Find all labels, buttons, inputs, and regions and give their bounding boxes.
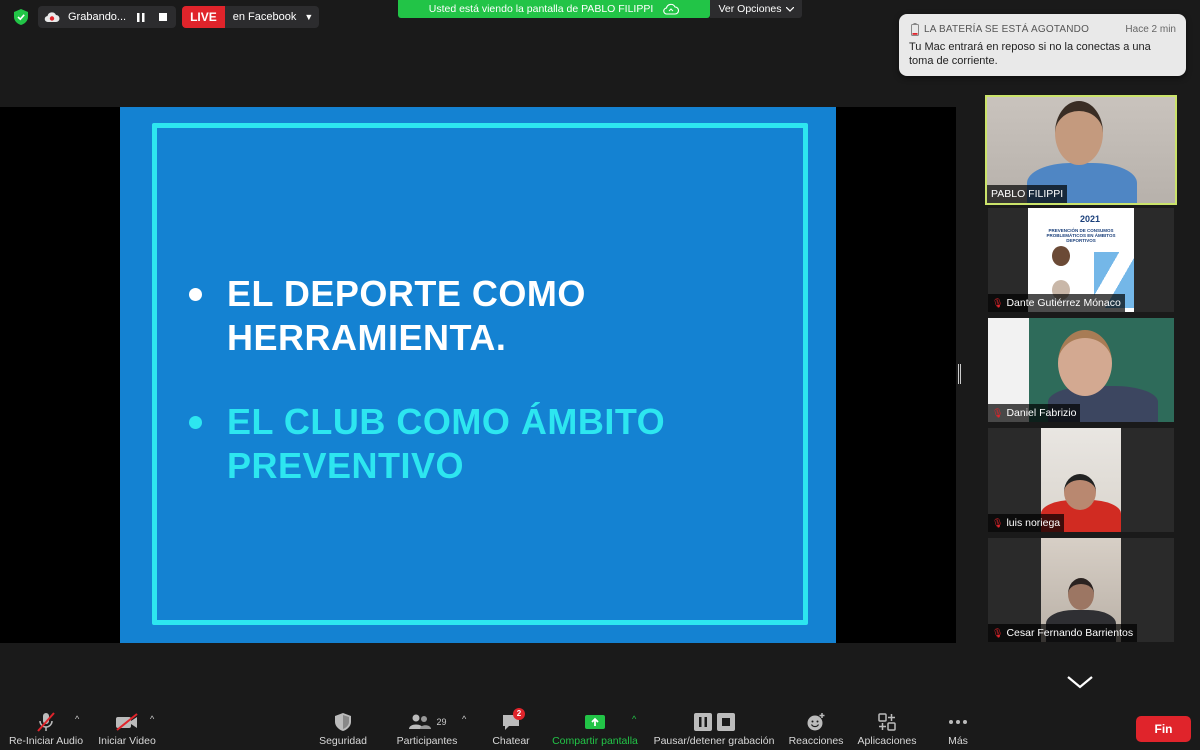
apps-button[interactable]: Aplicaciones [854, 706, 920, 750]
participant-face [1055, 101, 1103, 165]
video-label: Iniciar Video [98, 735, 156, 747]
participant-name: 🎙 Cesar Fernando Barrientos [988, 624, 1138, 642]
view-options-label: Ver Opciones [718, 3, 782, 15]
low-battery-icon [911, 23, 919, 36]
share-screen-icon [585, 715, 605, 729]
mic-muted-icon: 🎙 [992, 297, 1004, 308]
shield-icon [335, 713, 351, 731]
slide-bullet-1: EL DEPORTE COMO HERRAMIENTA. [189, 272, 647, 360]
apps-icon [878, 713, 896, 731]
gallery-scroll-down-button[interactable] [1066, 674, 1094, 690]
participant-face [1058, 330, 1112, 396]
muted-microphone-icon [37, 712, 55, 732]
notification-title: LA BATERÍA SE ESTÁ AGOTANDO [924, 24, 1090, 35]
recording-indicator: Grabando... [38, 6, 177, 28]
share-options-caret-icon[interactable]: ^ [632, 714, 636, 724]
share-screen-button[interactable]: Compartir pantalla [548, 706, 642, 750]
poster-speaker-photo [1052, 246, 1070, 266]
participant-name: PABLO FILIPPI [987, 185, 1068, 203]
chevron-down-icon [1067, 676, 1093, 689]
live-stream-control[interactable]: LIVE en Facebook ▼ [182, 6, 320, 28]
participant-name: 🎙 Daniel Fabrizio [988, 404, 1081, 422]
slide-border: EL DEPORTE COMO HERRAMIENTA. EL CLUB COM… [152, 123, 808, 625]
stop-recording-button[interactable] [156, 10, 170, 24]
screen-share-banner: Usted está viendo la pantalla de PABLO F… [398, 0, 710, 18]
participant-face [1068, 578, 1094, 610]
notification-time: Hace 2 min [1125, 24, 1176, 35]
smiley-plus-icon [807, 713, 825, 731]
mic-muted-icon: 🎙 [992, 407, 1004, 418]
audio-options-caret-icon[interactable]: ^ [75, 714, 79, 724]
video-off-icon [116, 713, 138, 731]
audio-button[interactable]: Re-Iniciar Audio [8, 706, 84, 750]
stop-icon [716, 713, 735, 731]
end-meeting-button[interactable]: Fin [1136, 716, 1191, 742]
video-tile[interactable]: 🎙 luis noriega [988, 428, 1174, 532]
encryption-shield-icon[interactable] [10, 6, 32, 28]
meeting-status-bar: Grabando... LIVE en Facebook ▼ [10, 6, 320, 28]
meeting-toolbar: Re-Iniciar Audio ^ Iniciar Video ^ Segur… [0, 706, 1200, 750]
battery-notification[interactable]: LA BATERÍA SE ESTÁ AGOTANDO Hace 2 min T… [899, 14, 1186, 76]
slide-bullet-2: EL CLUB COMO ÁMBITO PREVENTIVO [189, 400, 697, 488]
pause-icon [137, 12, 145, 22]
participants-count: 29 [436, 717, 447, 727]
presentation-slide: EL DEPORTE COMO HERRAMIENTA. EL CLUB COM… [120, 107, 836, 643]
slide-bullet-2-text: EL CLUB COMO ÁMBITO PREVENTIVO [227, 401, 666, 486]
apps-label: Aplicaciones [857, 735, 917, 747]
live-target-label: en Facebook [232, 11, 297, 23]
pause-icon [693, 713, 712, 731]
record-label: Pausar/detener grabación [653, 735, 775, 747]
mic-muted-icon: 🎙 [992, 627, 1004, 638]
more-button[interactable]: Más [938, 706, 978, 750]
participant-name: 🎙 luis noriega [988, 514, 1065, 532]
participant-face [1064, 474, 1096, 510]
chat-unread-badge: 2 [513, 708, 525, 720]
reactions-button[interactable]: Reacciones [786, 706, 846, 750]
participants-options-caret-icon[interactable]: ^ [462, 714, 466, 724]
more-dots-icon [949, 720, 967, 724]
poster-heading: PREVENCIÓN DE CONSUMOS PROBLEMÁTICOS EN … [1046, 228, 1116, 243]
bullet-dot-icon [189, 416, 202, 429]
video-tile[interactable]: 2021 PREVENCIÓN DE CONSUMOS PROBLEMÁTICO… [988, 208, 1174, 312]
slide-bullet-1-text: EL DEPORTE COMO HERRAMIENTA. [227, 273, 586, 358]
video-tile[interactable]: 🎙 Cesar Fernando Barrientos [988, 538, 1174, 642]
cloud-sync-icon [663, 3, 680, 15]
cloud-record-icon [44, 12, 60, 23]
recording-label: Grabando... [68, 11, 127, 23]
video-tile[interactable]: PABLO FILIPPI [985, 95, 1177, 205]
live-badge: LIVE [182, 6, 225, 28]
reactions-label: Reacciones [788, 735, 844, 747]
audio-label: Re-Iniciar Audio [8, 735, 84, 747]
pause-stop-recording-button[interactable]: Pausar/detener grabación [650, 706, 778, 750]
participants-icon [409, 714, 432, 729]
chat-label: Chatear [492, 735, 530, 747]
participant-name: 🎙 Dante Gutiérrez Mónaco [988, 294, 1125, 312]
stop-icon [159, 13, 168, 21]
mic-muted-icon: 🎙 [992, 517, 1004, 528]
notification-body: Tu Mac entrará en reposo si no la conect… [909, 41, 1151, 67]
caret-down-icon[interactable]: ▼ [302, 12, 319, 22]
panel-resize-handle[interactable] [958, 364, 961, 384]
security-button[interactable]: Seguridad [313, 706, 373, 750]
video-options-caret-icon[interactable]: ^ [150, 714, 154, 724]
participants-button[interactable]: 29 Participantes [392, 706, 462, 750]
chevron-down-icon [785, 6, 794, 12]
bullet-dot-icon [189, 288, 202, 301]
share-screen-label: Compartir pantalla [552, 735, 638, 747]
more-label: Más [948, 735, 968, 747]
pause-recording-button[interactable] [134, 10, 148, 24]
view-options-button[interactable]: Ver Opciones [710, 0, 802, 18]
shared-screen: EL DEPORTE COMO HERRAMIENTA. EL CLUB COM… [0, 107, 956, 643]
share-banner-text: Usted está viendo la pantalla de PABLO F… [428, 3, 654, 15]
participants-label: Participantes [396, 735, 458, 747]
video-button[interactable]: Iniciar Video [96, 706, 158, 750]
security-label: Seguridad [319, 735, 367, 747]
chat-button[interactable]: Chatear [488, 706, 534, 750]
poster-year: 2021 [1080, 214, 1101, 224]
video-tile[interactable]: 🎙 Daniel Fabrizio [988, 318, 1174, 422]
